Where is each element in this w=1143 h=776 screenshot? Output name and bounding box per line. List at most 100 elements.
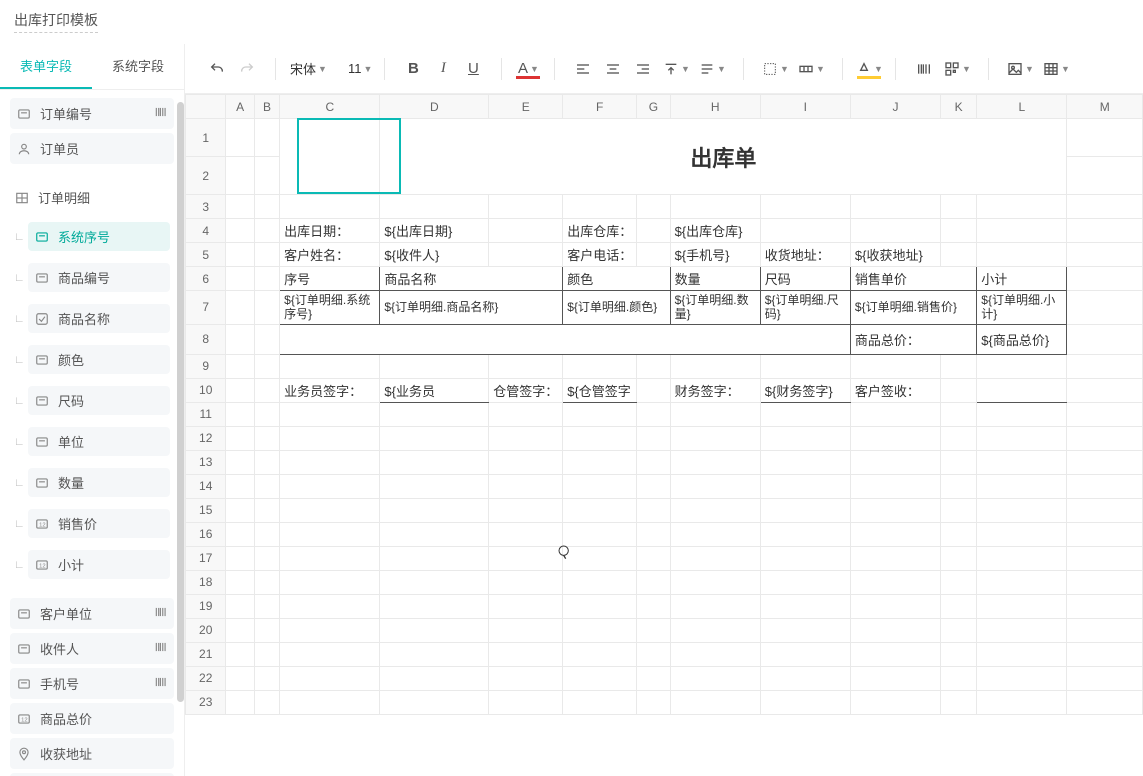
italic-button[interactable]: I	[429, 55, 457, 83]
cell-L14[interactable]	[977, 474, 1067, 498]
cell-A13[interactable]	[226, 450, 254, 474]
cell-D4[interactable]: ${出库日期}	[380, 219, 489, 243]
cell-C14[interactable]	[280, 474, 380, 498]
row-header-8[interactable]: 8	[186, 324, 226, 354]
cell-A3[interactable]	[226, 195, 254, 219]
cell-K17[interactable]	[941, 546, 977, 570]
cell-L9[interactable]	[977, 354, 1067, 378]
col-header-K[interactable]: K	[941, 95, 977, 119]
cell-M8[interactable]	[1067, 324, 1143, 354]
cell-G18[interactable]	[637, 570, 670, 594]
cell-K3[interactable]	[941, 195, 977, 219]
cell-K19[interactable]	[941, 594, 977, 618]
cell-E4[interactable]	[489, 219, 563, 243]
cell-E16[interactable]	[489, 522, 563, 546]
cell-H17[interactable]	[670, 546, 760, 570]
row-header-7[interactable]: 7	[186, 291, 226, 325]
row-header-15[interactable]: 15	[186, 498, 226, 522]
field-单位[interactable]: ∟单位	[10, 422, 174, 461]
cell-A18[interactable]	[226, 570, 254, 594]
row-header-11[interactable]: 11	[186, 402, 226, 426]
cell-J13[interactable]	[850, 450, 940, 474]
cell-L13[interactable]	[977, 450, 1067, 474]
cell-M12[interactable]	[1067, 426, 1143, 450]
cell-F12[interactable]	[563, 426, 637, 450]
cell-E10[interactable]: 仓管签字：	[489, 378, 563, 402]
cell-J6[interactable]: 销售单价	[850, 267, 976, 291]
wrap-button[interactable]: ▼	[695, 55, 729, 83]
cell-M1[interactable]	[1067, 119, 1143, 157]
col-header-I[interactable]: I	[760, 95, 850, 119]
cell-L12[interactable]	[977, 426, 1067, 450]
cell-I21[interactable]	[760, 642, 850, 666]
field-数量[interactable]: ∟数量	[10, 463, 174, 502]
cell-B3[interactable]	[254, 195, 279, 219]
row-header-1[interactable]: 1	[186, 119, 226, 157]
cell-K20[interactable]	[941, 618, 977, 642]
cell-A15[interactable]	[226, 498, 254, 522]
cell-C22[interactable]	[280, 666, 380, 690]
cell-H18[interactable]	[670, 570, 760, 594]
col-header-H[interactable]: H	[670, 95, 760, 119]
cell-D10[interactable]: ${业务员	[380, 378, 489, 402]
cell-A12[interactable]	[226, 426, 254, 450]
cell-B14[interactable]	[254, 474, 279, 498]
cell-H7[interactable]: ${订单明细.数量}	[670, 291, 760, 325]
cell-M5[interactable]	[1067, 243, 1143, 267]
cell-C20[interactable]	[280, 618, 380, 642]
row-header-4[interactable]: 4	[186, 219, 226, 243]
cell-J21[interactable]	[850, 642, 940, 666]
field-系统序号[interactable]: ∟系统序号	[10, 217, 174, 256]
valign-button[interactable]: ▼	[659, 55, 693, 83]
cell-L5[interactable]	[977, 243, 1067, 267]
cell-A9[interactable]	[226, 354, 254, 378]
field-订单编号[interactable]: 订单编号	[10, 98, 174, 129]
cell-K4[interactable]	[941, 219, 977, 243]
cell-H13[interactable]	[670, 450, 760, 474]
cell-L8[interactable]: ${商品总价}	[977, 324, 1067, 354]
cell-M9[interactable]	[1067, 354, 1143, 378]
cell-G15[interactable]	[637, 498, 670, 522]
cell-M10[interactable]	[1067, 378, 1143, 402]
cell-G11[interactable]	[637, 402, 670, 426]
cell-E22[interactable]	[489, 666, 563, 690]
field-客户单位[interactable]: 客户单位	[10, 598, 174, 629]
cell-F19[interactable]	[563, 594, 637, 618]
cell-K18[interactable]	[941, 570, 977, 594]
cell-M21[interactable]	[1067, 642, 1143, 666]
redo-button[interactable]	[233, 55, 261, 83]
cell-G14[interactable]	[637, 474, 670, 498]
cell-K10[interactable]	[941, 378, 977, 402]
cell-G10[interactable]	[637, 378, 670, 402]
cell-J14[interactable]	[850, 474, 940, 498]
cell-H21[interactable]	[670, 642, 760, 666]
cell-D22[interactable]	[380, 666, 489, 690]
cell-F10[interactable]: ${仓管签字	[563, 378, 637, 402]
cell-D7[interactable]: ${订单明细.商品名称}	[380, 291, 563, 325]
align-left-button[interactable]	[569, 55, 597, 83]
col-header-G[interactable]: G	[637, 95, 670, 119]
row-header-13[interactable]: 13	[186, 450, 226, 474]
underline-button[interactable]: U	[459, 55, 487, 83]
cell-D11[interactable]	[380, 402, 489, 426]
cell-F15[interactable]	[563, 498, 637, 522]
cell-J3[interactable]	[850, 195, 940, 219]
cell-L7[interactable]: ${订单明细.小计}	[977, 291, 1067, 325]
cell-B20[interactable]	[254, 618, 279, 642]
cell-D6[interactable]: 商品名称	[380, 267, 563, 291]
cell-F21[interactable]	[563, 642, 637, 666]
cell-A8[interactable]	[226, 324, 254, 354]
cell-F14[interactable]	[563, 474, 637, 498]
cell-H16[interactable]	[670, 522, 760, 546]
sidebar-scrollbar[interactable]	[177, 102, 184, 762]
barcode-icon[interactable]	[154, 105, 168, 122]
cell-A1[interactable]	[226, 119, 254, 157]
cell-K15[interactable]	[941, 498, 977, 522]
font-size-select[interactable]: 11 ▼	[344, 61, 376, 76]
cell-M7[interactable]	[1067, 291, 1143, 325]
cell-B9[interactable]	[254, 354, 279, 378]
cell-C9[interactable]	[280, 354, 380, 378]
cell-F20[interactable]	[563, 618, 637, 642]
cell-B17[interactable]	[254, 546, 279, 570]
cell-L22[interactable]	[977, 666, 1067, 690]
